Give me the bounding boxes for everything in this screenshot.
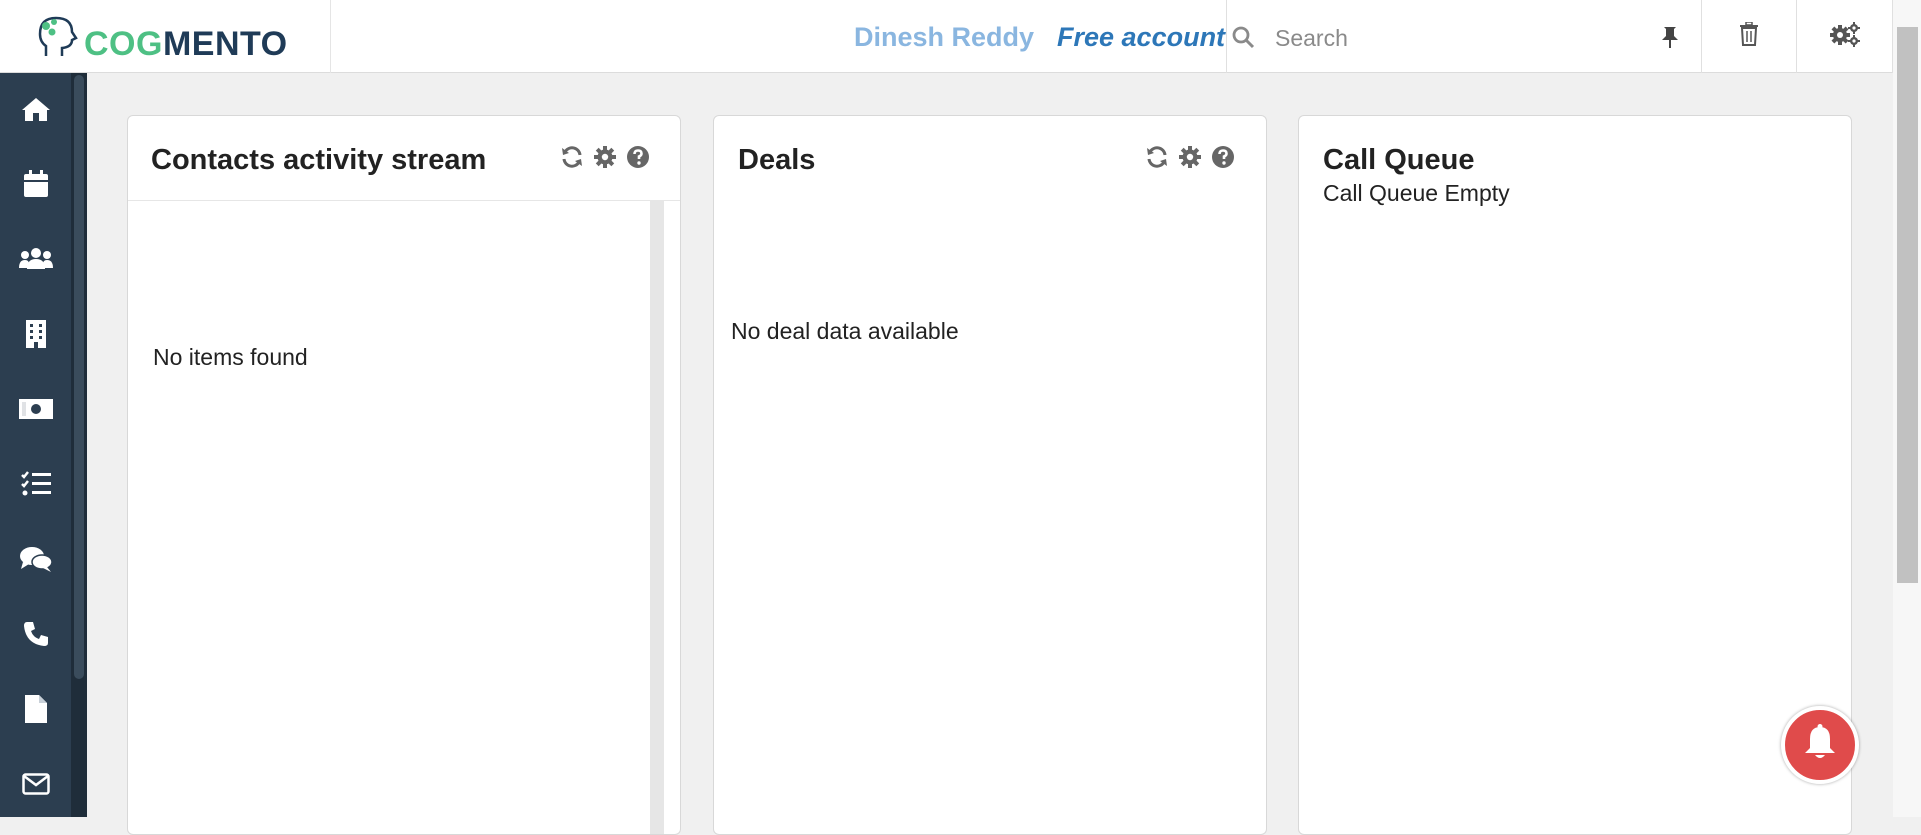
search-icon [1231, 25, 1255, 54]
gears-icon [1829, 21, 1861, 52]
gear-icon[interactable] [591, 143, 618, 170]
home-icon [21, 96, 51, 127]
sidebar-item-calendar[interactable] [0, 156, 71, 216]
contacts-icon [18, 247, 53, 276]
refresh-icon[interactable] [558, 143, 585, 170]
sidebar-item-tasks[interactable] [0, 456, 71, 516]
top-header: COGMENTO Dinesh Reddy Free account [0, 0, 1893, 73]
sidebar-scrollbar-thumb[interactable] [74, 75, 84, 679]
sidebar-item-email[interactable] [0, 756, 71, 816]
sidebar-item-contacts[interactable] [0, 231, 71, 291]
search-bar [1226, 0, 1702, 73]
sidebar-item-documents[interactable] [0, 681, 71, 741]
trash-icon [1739, 21, 1759, 51]
sidebar-item-calls[interactable] [0, 606, 71, 666]
empty-message: No items found [153, 344, 308, 370]
sidebar-item-home[interactable] [0, 81, 71, 141]
panel-title: Call Queue [1323, 144, 1475, 176]
money-icon [18, 398, 53, 424]
gear-icon[interactable] [1176, 143, 1203, 170]
help-icon[interactable] [624, 143, 651, 170]
sidebar [0, 73, 87, 817]
panel-scrollbar[interactable] [650, 201, 664, 834]
sidebar-item-cases[interactable] [0, 531, 71, 591]
trash-button[interactable] [1702, 0, 1797, 73]
panel-title: Deals [738, 144, 816, 176]
panel-tools [1143, 143, 1236, 170]
email-icon [21, 772, 50, 800]
comments-icon [19, 545, 53, 578]
pin-icon[interactable] [1659, 25, 1681, 54]
bell-icon [1802, 723, 1838, 767]
logo-wordmark: COGMENTO [84, 25, 288, 63]
contacts-activity-panel: Contacts activity stream No items found [127, 115, 681, 835]
call-queue-panel: Call Queue Call Queue Empty [1298, 115, 1852, 835]
user-name[interactable]: Dinesh Reddy [854, 20, 1034, 54]
page-scrollbar-thumb[interactable] [1897, 27, 1918, 583]
document-icon [24, 694, 47, 728]
panel-title: Contacts activity stream [151, 144, 487, 176]
brain-head-logo-icon [32, 12, 80, 65]
refresh-icon[interactable] [1143, 143, 1170, 170]
tasks-icon [20, 470, 51, 502]
panel-tools [558, 143, 651, 170]
settings-button[interactable] [1797, 0, 1893, 73]
phone-icon [23, 621, 49, 652]
account-type[interactable]: Free account [1057, 20, 1225, 54]
help-icon[interactable] [1209, 143, 1236, 170]
deals-panel: Deals No deal data available [713, 115, 1267, 835]
logo[interactable]: COGMENTO [0, 0, 331, 73]
sidebar-item-deals[interactable] [0, 381, 71, 441]
empty-message: Call Queue Empty [1323, 180, 1510, 206]
search-input[interactable] [1273, 20, 1617, 56]
calendar-icon [23, 169, 49, 203]
panel-divider [128, 200, 680, 201]
empty-message: No deal data available [731, 318, 959, 344]
sidebar-item-companies[interactable] [0, 306, 71, 366]
notification-bell-button[interactable] [1781, 706, 1859, 784]
companies-icon [25, 319, 47, 353]
